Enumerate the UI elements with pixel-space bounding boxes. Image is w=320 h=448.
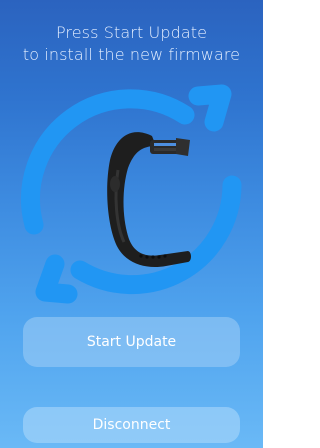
disconnect-button[interactable]: Disconnect	[23, 407, 240, 443]
sync-arrows-icon	[21, 84, 242, 304]
sync-arrow-lower	[70, 175, 242, 295]
instructions-text: Press Start Update to install the new fi…	[0, 22, 263, 66]
update-illustration	[21, 84, 242, 304]
instructions-line-1: Press Start Update	[55, 23, 208, 42]
firmware-update-screen: Press Start Update to install the new fi…	[0, 0, 263, 448]
instructions-line-2: to install the new firmware	[22, 45, 241, 64]
fitness-band-image	[107, 132, 191, 268]
sync-arrowhead-upper	[188, 84, 232, 132]
sync-arrowhead-lower	[35, 254, 78, 304]
sync-arrow-upper	[21, 89, 195, 235]
start-update-button[interactable]: Start Update	[23, 317, 240, 367]
